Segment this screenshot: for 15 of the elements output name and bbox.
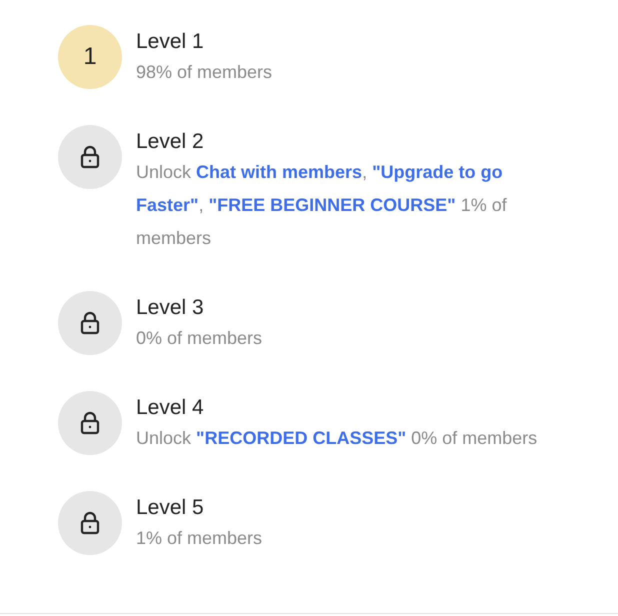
lock-icon <box>80 311 100 335</box>
level-description: Unlock Chat with members, "Upgrade to go Faster", "FREE BEGINNER COURSE" 1% of members <box>136 161 508 250</box>
level-title: Level 4 <box>136 395 205 421</box>
level-title: Level 3 <box>136 295 205 321</box>
lock-icon <box>80 511 100 535</box>
lock-icon <box>80 145 100 169</box>
level-title: Level 2 <box>136 129 205 155</box>
level-badge: 1 <box>58 25 122 89</box>
level-description: Unlock "RECORDED CLASSES" 0% of members <box>136 427 538 450</box>
level-description: 1% of members <box>136 527 264 550</box>
lock-icon <box>80 411 100 435</box>
level-title: Level 1 <box>136 29 205 55</box>
level-description: 98% of members <box>136 61 274 84</box>
level-title: Level 5 <box>136 495 205 521</box>
level-description: 0% of members <box>136 327 264 350</box>
